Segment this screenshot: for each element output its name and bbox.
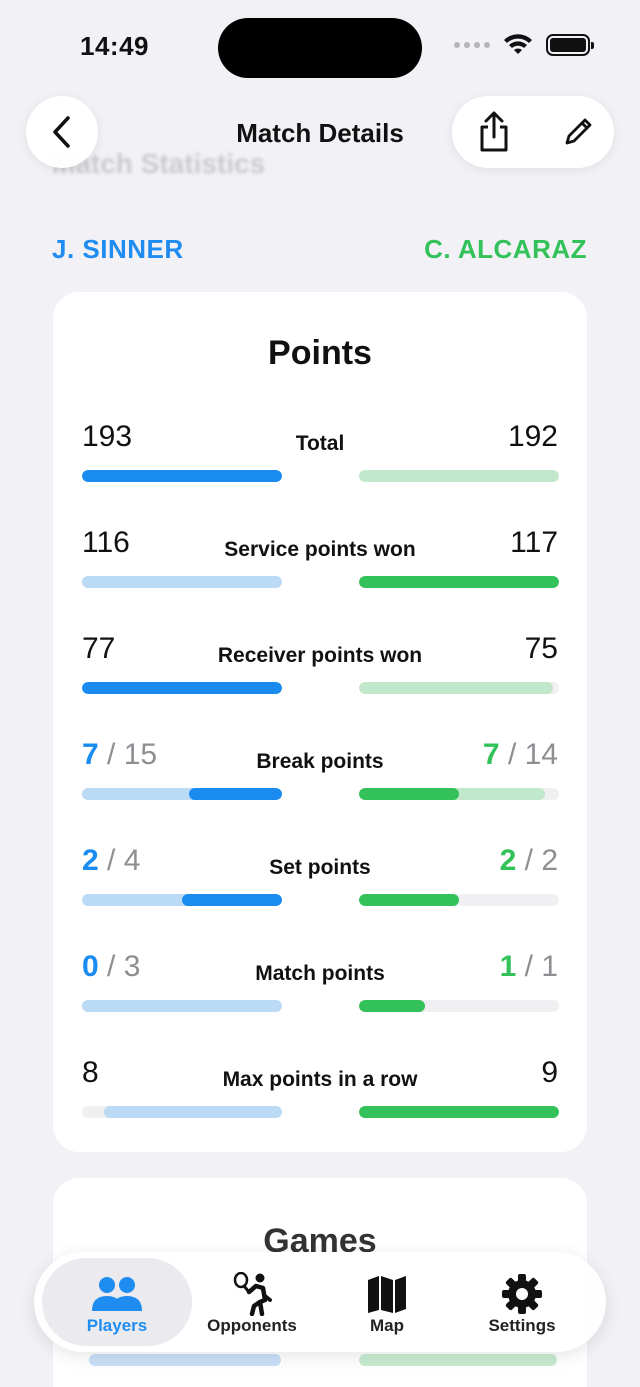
tab-label: Players: [86, 1316, 148, 1335]
signal-icon: [454, 42, 490, 48]
tab-map[interactable]: Map: [312, 1258, 462, 1346]
stat-label: Service points won: [224, 538, 416, 561]
left-bar: [82, 788, 282, 800]
right-value: 192: [507, 420, 558, 453]
right-value: 9: [541, 1056, 558, 1089]
points-card: Points 193 Total 192 116 Service points …: [53, 292, 587, 1152]
right-value: 117: [510, 526, 558, 559]
stat-row-receiver-points: 77 Receiver points won 75: [82, 622, 559, 702]
stat-row-total: 193 Total 192: [82, 410, 559, 490]
tab-bar: Players Opponents Map Settings: [34, 1252, 606, 1352]
gear-icon: [502, 1274, 542, 1314]
share-icon: [480, 111, 508, 152]
bar-fill: [359, 1000, 425, 1012]
left-bar: [82, 894, 282, 906]
edit-button[interactable]: [554, 108, 602, 156]
right-total: 2: [541, 844, 558, 877]
bar-fill: [359, 576, 559, 588]
stat-row-break-points: 7 / 15 Break points 7 / 14: [82, 728, 559, 808]
stat-label: Match points: [255, 962, 385, 985]
tab-label: Map: [370, 1316, 404, 1335]
player-right-name: C. ALCARAZ: [424, 234, 587, 264]
right-bar: [359, 470, 559, 482]
right-value: 75: [524, 632, 558, 665]
status-bar: 14:49: [0, 0, 640, 96]
battery-icon: [546, 34, 594, 56]
tab-settings[interactable]: Settings: [447, 1258, 597, 1346]
right-won: 1: [499, 950, 517, 983]
navigation-bar: Match Statistics Match Details: [0, 96, 640, 179]
map-icon: [368, 1276, 406, 1313]
right-value: 1 / 1: [499, 950, 558, 983]
bar-fill: [182, 894, 282, 906]
right-total: 1: [541, 950, 558, 983]
stat-label: Receiver points won: [217, 644, 423, 667]
bar-fill: [359, 1106, 559, 1118]
pencil-icon: [565, 118, 592, 145]
player-left-name: J. SINNER: [52, 234, 184, 264]
bar-fill: [82, 470, 282, 482]
left-bar: [82, 1106, 282, 1118]
right-bar: [359, 788, 559, 800]
right-bar: [359, 576, 559, 588]
bar-fill: [359, 682, 553, 694]
card-title: Points: [268, 334, 372, 372]
bar-fill: [82, 682, 282, 694]
bar-fill: [359, 894, 459, 906]
stat-row-max-points-in-a-row: 8 Max points in a row 9: [82, 1046, 559, 1126]
right-bar: [359, 1000, 559, 1012]
left-bar: [89, 1354, 281, 1366]
right-won: 2: [499, 844, 517, 877]
left-bar: [82, 1000, 282, 1012]
stat-label: Set points: [269, 856, 371, 879]
left-bar: [82, 576, 282, 588]
left-bar: [82, 470, 282, 482]
stat-label: Total: [295, 432, 345, 455]
tab-players[interactable]: Players: [42, 1258, 192, 1346]
bar-fill: [188, 788, 282, 800]
bar-fill: [82, 576, 282, 588]
right-value: 7 / 14: [482, 738, 558, 771]
bar-fill: [359, 470, 559, 482]
share-button[interactable]: [470, 108, 518, 156]
right-bar: [359, 894, 559, 906]
bar-fill: [82, 1000, 282, 1012]
opponents-icon: [233, 1272, 272, 1316]
right-bar: [359, 1106, 559, 1118]
right-total: 14: [524, 738, 558, 771]
right-bar: [359, 1354, 557, 1366]
tab-label: Opponents: [207, 1316, 297, 1335]
bar-fill: [359, 788, 459, 800]
bar-fill: [104, 1106, 282, 1118]
players-icon: [92, 1277, 142, 1311]
stat-row-match-points: 0 / 3 Match points 1 / 1: [82, 940, 559, 1020]
status-time: 14:49: [80, 31, 149, 61]
dynamic-island: [218, 18, 422, 78]
tab-label: Settings: [488, 1316, 556, 1335]
right-bar: [359, 682, 559, 694]
stat-row-service-points: 116 Service points won 117: [82, 516, 559, 596]
right-won: 7: [482, 738, 500, 771]
tab-opponents[interactable]: Opponents: [177, 1258, 327, 1346]
right-value: 2 / 2: [499, 844, 558, 877]
status-icons: [454, 34, 594, 56]
stat-label: Max points in a row: [222, 1068, 418, 1091]
nav-actions: [452, 96, 614, 168]
wifi-icon: [504, 34, 532, 54]
stat-row-set-points: 2 / 4 Set points 2 / 2: [82, 834, 559, 914]
left-bar: [82, 682, 282, 694]
